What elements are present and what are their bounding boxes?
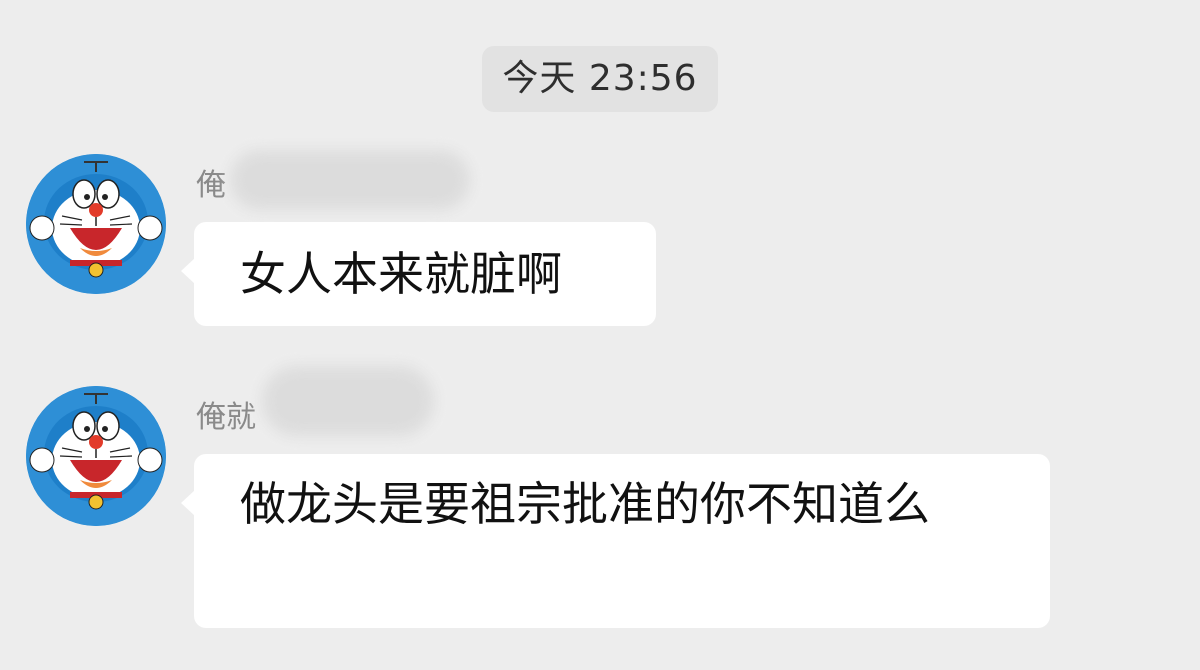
sender-name: 俺 xyxy=(196,168,226,203)
message-bubble[interactable]: 女人本来就脏啊 xyxy=(181,222,656,326)
doraemon-avatar-icon xyxy=(26,386,166,526)
message-text: 做龙头是要祖宗批准的你不知道么 xyxy=(240,477,930,531)
avatar-doraemon-1[interactable] xyxy=(26,154,166,294)
bubble-tail xyxy=(181,490,195,516)
bubble-tail xyxy=(181,258,195,284)
avatar-doraemon-2[interactable] xyxy=(26,386,166,526)
timestamp-pill: 今天 23:56 xyxy=(482,46,718,112)
message-text: 女人本来就脏啊 xyxy=(240,247,562,301)
chat-window: 今天 23:56 俺 女人本来就脏啊 俺就 做龙头是要祖宗批准的你不知道么 xyxy=(0,0,1200,670)
sender-name: 俺就 xyxy=(196,400,256,435)
redaction-blur xyxy=(230,150,470,210)
redaction-blur xyxy=(262,366,434,436)
doraemon-avatar-icon xyxy=(26,154,166,294)
message-bubble[interactable]: 做龙头是要祖宗批准的你不知道么 xyxy=(181,454,1050,628)
